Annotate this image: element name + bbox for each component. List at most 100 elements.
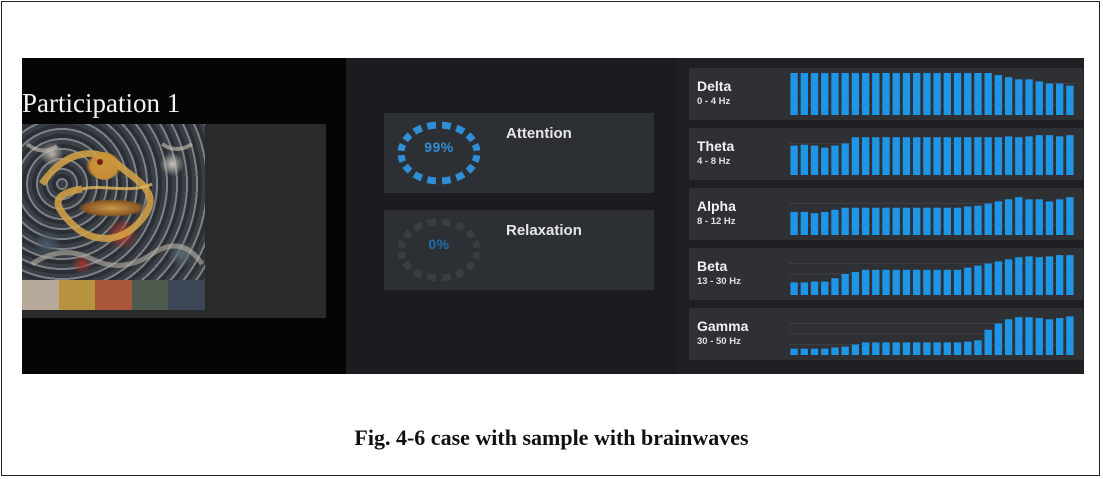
color-swatch	[22, 280, 59, 310]
band-bar	[943, 207, 951, 235]
band-bar	[892, 73, 900, 115]
band-range: 8 - 12 Hz	[697, 216, 736, 227]
band-beta: Beta 13 - 30 Hz	[689, 248, 1083, 300]
band-bar	[851, 271, 860, 295]
band-bar	[1025, 199, 1033, 235]
band-bar-chart	[789, 255, 1075, 295]
band-bar	[994, 137, 1003, 175]
band-bar	[872, 137, 880, 175]
band-alpha: Alpha 8 - 12 Hz	[689, 188, 1083, 240]
band-bar	[1015, 137, 1023, 175]
ring-segment	[397, 154, 407, 164]
band-name: Gamma	[697, 318, 749, 334]
band-bar	[902, 269, 911, 295]
band-bar	[810, 73, 819, 115]
band-name: Alpha	[697, 198, 736, 214]
band-bar	[1066, 197, 1074, 235]
band-bar	[933, 269, 941, 295]
band-bar	[953, 207, 962, 235]
ring-segment	[454, 221, 466, 232]
band-bar	[882, 73, 890, 115]
band-bar	[974, 340, 982, 355]
band-delta: Delta 0 - 4 Hz	[689, 68, 1083, 120]
band-bar	[872, 207, 880, 235]
relaxation-card: 0% Relaxation	[384, 210, 654, 290]
ring-segment	[454, 268, 466, 279]
band-bar	[841, 143, 849, 175]
ring-segment	[471, 154, 481, 164]
band-bar	[882, 269, 890, 295]
band-bar	[913, 342, 921, 355]
band-bar	[984, 329, 992, 355]
band-bar	[964, 267, 972, 295]
ring-segment	[426, 121, 437, 130]
band-bar	[1035, 257, 1043, 295]
ring-segment	[397, 251, 407, 261]
band-gamma: Gamma 30 - 50 Hz	[689, 308, 1083, 360]
band-bar	[913, 73, 921, 115]
band-name: Delta	[697, 78, 732, 94]
band-bar	[1015, 317, 1023, 355]
band-bar	[800, 282, 808, 295]
app-screenshot: Participation 1 99% Attention 0% Relaxat…	[22, 58, 1084, 374]
ring-segment	[454, 171, 466, 182]
band-bar-chart	[789, 73, 1075, 115]
band-bar	[882, 207, 890, 235]
color-swatch	[168, 280, 205, 310]
band-bar	[821, 281, 829, 295]
band-name: Beta	[697, 258, 728, 274]
band-bar	[1045, 135, 1054, 175]
band-bar	[790, 282, 798, 295]
ring-segment	[465, 260, 476, 271]
band-bar	[1035, 135, 1043, 175]
band-bar	[964, 206, 972, 235]
band-bar	[964, 137, 972, 175]
band-bar	[810, 213, 819, 235]
band-bar	[861, 342, 870, 355]
ring-segment	[465, 163, 476, 174]
band-bar	[800, 73, 808, 115]
band-bar	[821, 147, 829, 175]
band-bar	[933, 207, 941, 235]
band-bar	[943, 73, 951, 115]
band-bar	[810, 348, 819, 355]
ring-segment	[412, 171, 424, 182]
band-name: Theta	[697, 138, 735, 154]
band-bar	[902, 137, 911, 175]
ring-segment	[412, 221, 424, 232]
band-bar	[974, 205, 982, 235]
band-range: 13 - 30 Hz	[697, 276, 741, 287]
band-bar	[964, 341, 972, 355]
ring-segment	[412, 124, 424, 135]
band-bar	[943, 269, 951, 295]
band-bar	[892, 342, 900, 355]
band-bar	[841, 207, 849, 235]
band-bar	[841, 73, 849, 115]
participant-title: Participation 1	[22, 88, 181, 118]
brainwave-panel: Delta 0 - 4 Hz Theta 4 - 8 Hz Alpha 8 - …	[677, 58, 1084, 374]
band-bar-chart	[789, 197, 1075, 235]
band-bar	[1015, 257, 1023, 295]
relaxation-label: Relaxation	[506, 222, 582, 239]
band-bar	[994, 261, 1003, 295]
band-bar	[851, 137, 860, 175]
ring-segment	[454, 124, 466, 135]
band-bar	[923, 137, 931, 175]
band-bar	[1025, 79, 1033, 115]
band-bar	[953, 73, 962, 115]
band-bar	[953, 137, 962, 175]
band-bar	[1066, 316, 1074, 355]
band-bar	[1004, 259, 1013, 295]
band-bar	[790, 211, 798, 235]
band-bar	[984, 73, 992, 115]
band-bar	[790, 145, 798, 175]
ring-segment	[441, 176, 452, 185]
attention-value: 99%	[424, 139, 454, 155]
band-bar	[974, 265, 982, 295]
color-swatch	[95, 280, 132, 310]
band-bar	[1045, 83, 1054, 115]
band-bar	[861, 207, 870, 235]
band-bar	[1035, 318, 1043, 355]
band-bar	[1004, 199, 1013, 235]
band-bar	[851, 73, 860, 115]
